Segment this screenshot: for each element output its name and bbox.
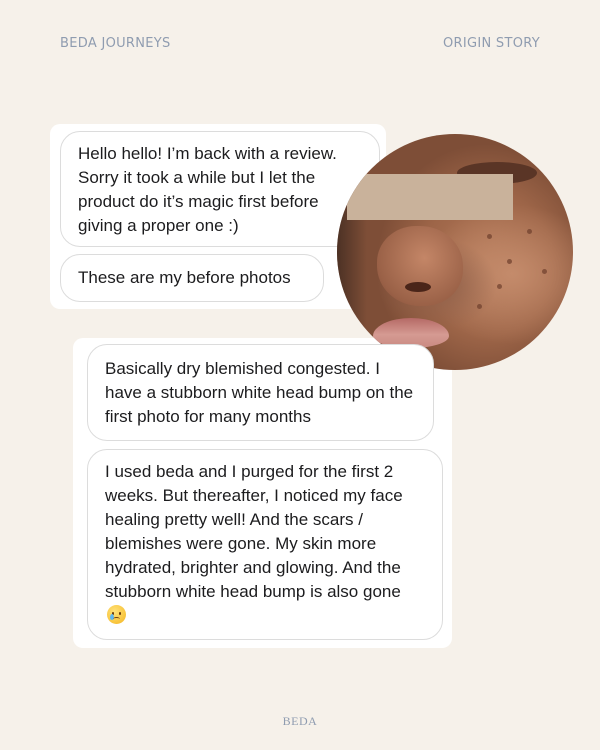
- blemish-spot: [527, 229, 532, 234]
- blemish-spot: [497, 284, 502, 289]
- message-text: I used beda and I purged for the first 2…: [105, 462, 403, 601]
- blemish-spot: [477, 304, 482, 309]
- message-text: Hello hello! I’m back with a review. Sor…: [78, 144, 337, 235]
- message-bubble-2: These are my before photos: [60, 254, 324, 302]
- blemish-spot: [542, 269, 547, 274]
- message-text: These are my before photos: [78, 268, 291, 287]
- photo-nose: [377, 226, 463, 306]
- message-bubble-3: Basically dry blemished congested. I hav…: [87, 344, 434, 441]
- footer-brand: BEDA: [282, 714, 318, 728]
- brand-journeys-label: BEDA JOURNEYS: [60, 36, 171, 51]
- message-bubble-1: Hello hello! I’m back with a review. Sor…: [60, 131, 380, 247]
- message-bubble-4: I used beda and I purged for the first 2…: [87, 449, 443, 640]
- privacy-censor-bar: [347, 174, 513, 220]
- message-text: Basically dry blemished congested. I hav…: [105, 359, 414, 426]
- crying-face-icon: [107, 605, 126, 624]
- origin-story-label: ORIGIN STORY: [442, 36, 540, 51]
- before-face-photo: [337, 134, 573, 370]
- photo-nostril: [405, 282, 431, 292]
- blemish-spot: [507, 259, 512, 264]
- tear-icon: [110, 614, 114, 620]
- blemish-spot: [487, 234, 492, 239]
